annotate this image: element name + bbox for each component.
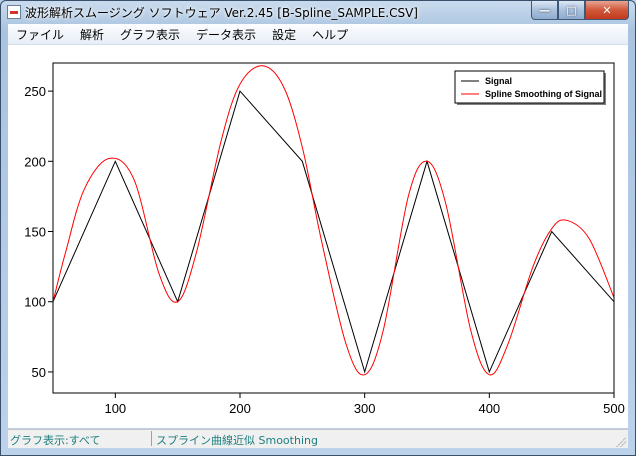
close-button[interactable]: ✕	[585, 1, 629, 20]
menu-settings[interactable]: 設定	[264, 26, 304, 43]
title-bar[interactable]: 波形解析スムージング ソフトウェア Ver.2.45 [B-Spline_SAM…	[1, 1, 635, 23]
app-window: 波形解析スムージング ソフトウェア Ver.2.45 [B-Spline_SAM…	[0, 0, 636, 456]
window-controls: — □ ✕	[531, 1, 629, 20]
minimize-button[interactable]: —	[531, 1, 558, 20]
y-tick-label: 50	[32, 365, 46, 380]
x-tick-label: 400	[478, 401, 500, 416]
y-tick-label: 100	[24, 295, 46, 310]
status-divider	[151, 431, 152, 446]
status-method: スプライン曲線近似 Smoothing	[156, 434, 318, 447]
y-tick-label: 150	[24, 225, 46, 240]
app-icon[interactable]	[7, 5, 21, 19]
series-group	[53, 65, 614, 376]
legend: Signal Spline Smoothing of Signal	[454, 70, 606, 105]
status-bar: グラフ表示:すべて スプライン曲線近似 Smoothing	[8, 429, 628, 448]
menu-graph-view[interactable]: グラフ表示	[112, 26, 188, 43]
series-signal-line	[53, 90, 614, 374]
y-tick-label: 200	[24, 154, 46, 169]
plot-frame	[52, 62, 615, 394]
resize-grip-icon[interactable]	[616, 437, 626, 447]
x-tick-label: 500	[603, 401, 625, 416]
menu-data-view[interactable]: データ表示	[188, 26, 264, 43]
y-tick-label: 250	[24, 84, 46, 99]
legend-label: Spline Smoothing of Signal	[485, 89, 602, 99]
legend-label: Signal	[485, 76, 512, 86]
x-axis: 100 200 300 400 500	[104, 393, 625, 416]
chart-svg: 100 200 300 400 500 50 100 150 200 250 Signal Spl…	[24, 62, 625, 416]
x-tick-label: 300	[354, 401, 376, 416]
y-axis: 50 100 150 200 250	[24, 84, 53, 380]
menu-help[interactable]: ヘルプ	[304, 26, 356, 43]
menu-analysis[interactable]: 解析	[72, 26, 112, 43]
maximize-button[interactable]: □	[558, 1, 585, 20]
menu-file[interactable]: ファイル	[8, 26, 72, 43]
status-graph-view: グラフ表示:すべて	[10, 434, 101, 447]
menu-bar: ファイル 解析 グラフ表示 データ表示 設定 ヘルプ	[8, 24, 628, 45]
x-tick-label: 100	[104, 401, 126, 416]
x-tick-label: 200	[229, 401, 251, 416]
chart-area: 100 200 300 400 500 50 100 150 200 250 Signal Spl…	[8, 45, 628, 428]
series-spline-smoothing-line	[53, 65, 614, 376]
window-title: 波形解析スムージング ソフトウェア Ver.2.45 [B-Spline_SAM…	[25, 6, 418, 20]
